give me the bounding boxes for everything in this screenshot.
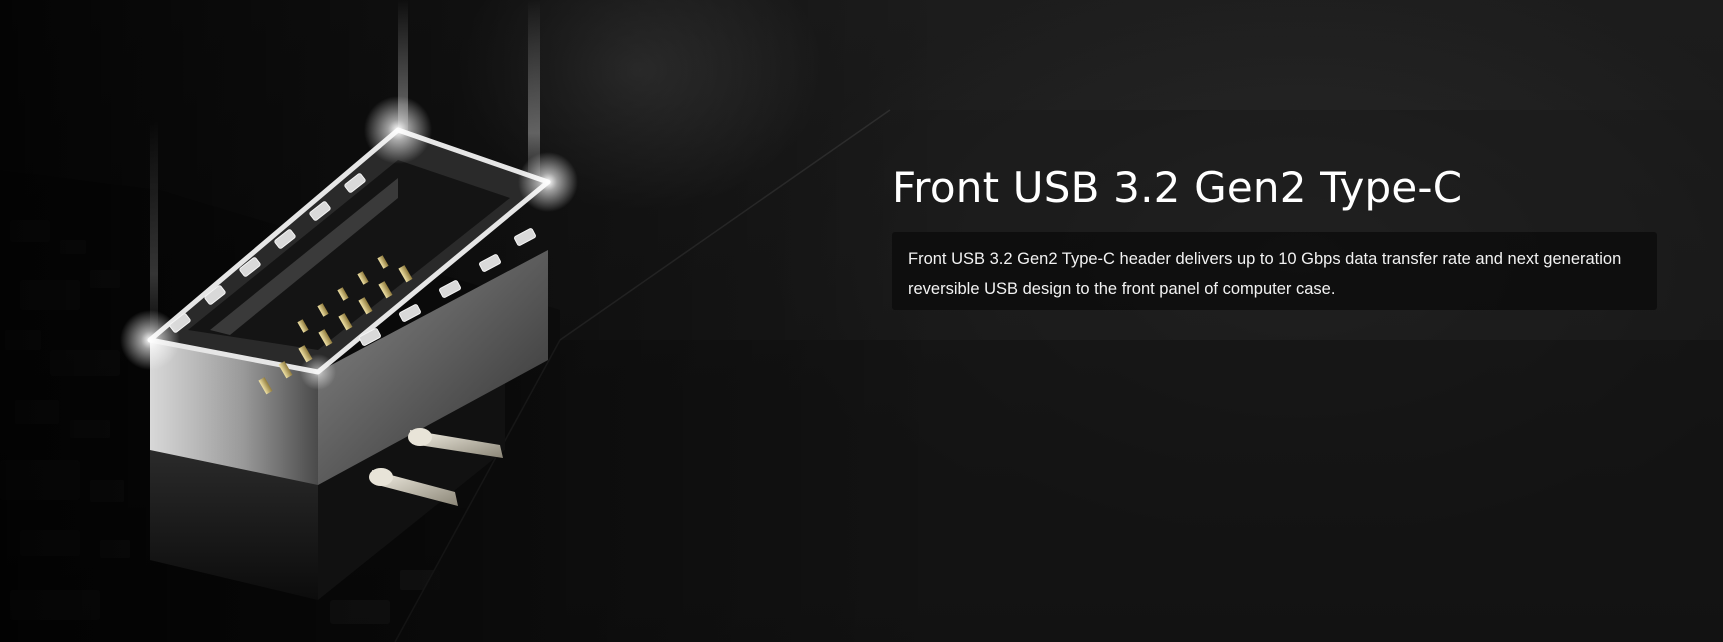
feature-banner: Front USB 3.2 Gen2 Type-C Front USB 3.2 …	[0, 0, 1723, 642]
feature-title: Front USB 3.2 Gen2 Type-C	[892, 163, 1463, 212]
usb-header-product-image	[0, 0, 1723, 642]
feature-description: Front USB 3.2 Gen2 Type-C header deliver…	[908, 250, 1622, 298]
description-box: Front USB 3.2 Gen2 Type-C header deliver…	[892, 232, 1657, 310]
